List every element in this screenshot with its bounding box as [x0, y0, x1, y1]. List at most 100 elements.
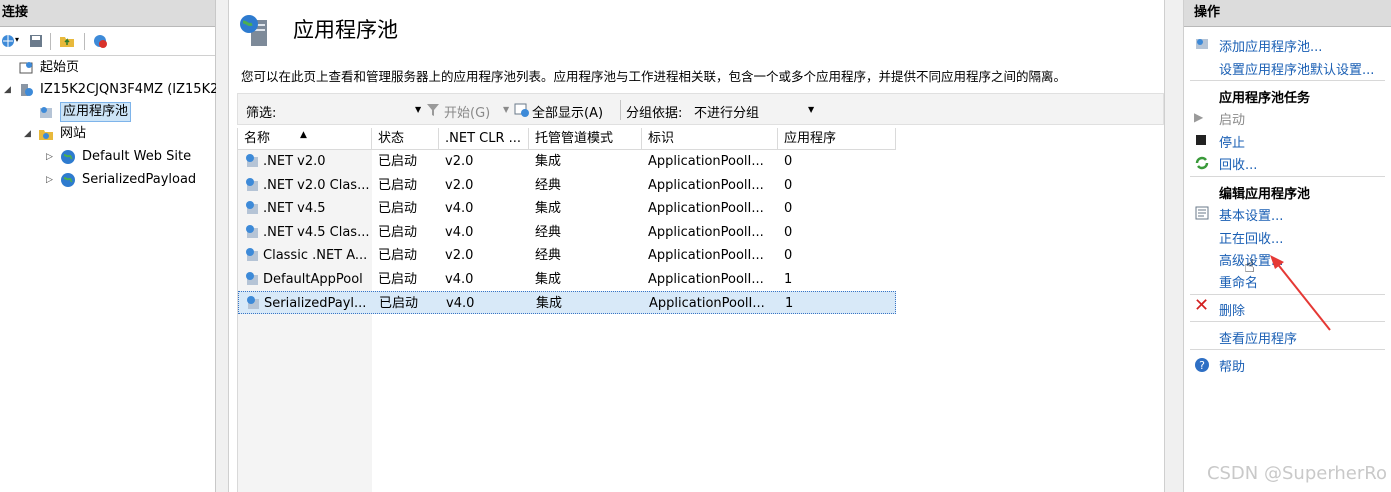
recycle-icon: [1195, 156, 1209, 170]
cell-text: 0: [784, 201, 793, 216]
add-app-pool-link[interactable]: 添加应用程序池...: [1219, 36, 1322, 55]
cell-identity: ApplicationPoolI...: [642, 150, 778, 173]
cell-text: v4.0: [446, 296, 475, 311]
basic-settings-link[interactable]: 基本设置...: [1219, 205, 1283, 224]
filter-label: 筛选:: [246, 106, 277, 121]
grid-header: 名称 ▲ 状态 .NET CLR ... 托管管道模式 标识 应用程序: [238, 128, 1165, 150]
cell-text: Classic .NET A...: [263, 248, 368, 263]
show-all-button[interactable]: 全部显示(A): [532, 102, 603, 121]
expand-toggle-icon[interactable]: ▷: [46, 147, 53, 167]
connections-panel: 连接 ▾ 起始页 ◢ IZ15K2CJQN3F4MZ (IZ15K2 应用程序池…: [0, 0, 218, 492]
cell-apps: 0: [778, 150, 896, 173]
cell-mode: 集成: [530, 292, 643, 315]
table-row[interactable]: .NET v2.0 Clas... 已启动 v2.0 经典 ApplicationPoo…: [238, 174, 896, 197]
cell-text: v2.0: [445, 154, 474, 169]
column-header-pipeline[interactable]: 托管管道模式: [529, 128, 642, 150]
collapse-toggle-icon[interactable]: ◢: [4, 80, 11, 100]
group-by-select[interactable]: 不进行分组: [694, 102, 759, 121]
view-applications-link[interactable]: 查看应用程序: [1219, 328, 1297, 347]
app-pool-icon: [246, 201, 258, 214]
group-by-dropdown-icon[interactable]: ▼: [808, 105, 814, 114]
cell-clr: v2.0: [439, 244, 529, 267]
cell-text: ApplicationPoolI...: [648, 248, 764, 263]
toolbar-separator: [84, 33, 85, 50]
cell-identity: ApplicationPoolI...: [642, 244, 778, 267]
recycle-link[interactable]: 回收...: [1219, 154, 1257, 173]
add-pool-icon: [1196, 39, 1208, 49]
page-title: 应用程序池: [293, 18, 398, 42]
actions-separator: [1190, 176, 1385, 177]
column-header-status[interactable]: 状态: [372, 128, 439, 150]
table-row[interactable]: Classic .NET A... 已启动 v2.0 经典 ApplicationPoo…: [238, 244, 896, 267]
header-label: 名称: [244, 131, 271, 146]
cell-text: SerializedPayl...: [264, 296, 367, 311]
column-header-identity[interactable]: 标识: [642, 128, 778, 150]
cell-mode: 经典: [529, 244, 642, 267]
table-row[interactable]: .NET v4.5 已启动 v4.0 集成 ApplicationPoolI... 0: [238, 197, 896, 220]
cell-clr: v4.0: [439, 221, 529, 244]
cell-text: 0: [784, 224, 793, 240]
disconnect-icon[interactable]: [92, 33, 108, 49]
cell-text: ApplicationPoolI...: [648, 201, 764, 216]
collapse-toggle-icon[interactable]: ◢: [24, 124, 31, 144]
cell-text: 经典: [535, 177, 562, 193]
connect-dropdown-icon[interactable]: ▾: [15, 35, 19, 44]
svg-text:?: ?: [1199, 359, 1205, 372]
start-page-icon: [19, 62, 33, 74]
right-splitter[interactable]: [1164, 0, 1184, 492]
cell-name: .NET v2.0: [238, 150, 372, 173]
recycling-link[interactable]: 正在回收...: [1219, 228, 1283, 247]
help-icon: ?: [1195, 358, 1209, 372]
cell-text: 已启动: [378, 201, 418, 216]
save-icon[interactable]: [28, 33, 44, 49]
cell-text: 0: [784, 177, 793, 193]
cell-text: 1: [785, 296, 794, 311]
app-pool-icon: [246, 271, 258, 285]
left-splitter[interactable]: [216, 0, 229, 492]
start-filter-button[interactable]: 开始(G): [444, 102, 490, 121]
column-header-clr[interactable]: .NET CLR ...: [439, 128, 529, 150]
actions-separator: [1190, 349, 1385, 350]
cell-text: 已启动: [378, 177, 418, 193]
cell-clr: v2.0: [439, 150, 529, 173]
delete-link[interactable]: 删除: [1219, 300, 1245, 319]
cell-name: .NET v4.5 Clas...: [238, 221, 372, 244]
actions-panel: 操作 添加应用程序池... 设置应用程序池默认设置... 应用程序池任务 ▶ 启…: [1184, 0, 1391, 492]
connect-globe-icon[interactable]: [0, 33, 16, 49]
column-header-apps[interactable]: 应用程序: [778, 128, 896, 150]
cell-text: ApplicationPoolI...: [648, 271, 764, 287]
start-dropdown-icon[interactable]: ▼: [503, 105, 509, 114]
cell-status: 已启动: [372, 174, 439, 197]
app-pool-icon: [246, 177, 258, 191]
column-header-name[interactable]: 名称 ▲: [238, 128, 372, 150]
expand-toggle-icon[interactable]: ▷: [46, 170, 53, 190]
stop-link[interactable]: 停止: [1219, 132, 1245, 151]
watermark: CSDN @SuperherRo: [1206, 463, 1387, 484]
set-pool-defaults-link[interactable]: 设置应用程序池默认设置...: [1219, 59, 1374, 78]
filter-input[interactable]: [286, 99, 415, 121]
start-link[interactable]: 启动: [1219, 109, 1245, 128]
cell-text: .NET v4.5 Clas...: [263, 224, 370, 240]
cell-identity: ApplicationPoolI...: [642, 197, 778, 220]
cell-text: 已启动: [378, 271, 418, 287]
table-row[interactable]: DefaultAppPool 已启动 v4.0 集成 ApplicationPoolI.…: [238, 268, 896, 291]
hand-cursor-icon: ☝: [1244, 256, 1255, 277]
table-row[interactable]: SerializedPayl... 已启动 v4.0 集成 ApplicationPoo…: [238, 291, 896, 314]
help-link[interactable]: 帮助: [1219, 356, 1245, 375]
edit-pool-header: 编辑应用程序池: [1219, 187, 1311, 202]
cell-text: 集成: [535, 154, 562, 169]
filter-dropdown-icon[interactable]: ▼: [415, 105, 421, 114]
cell-text: DefaultAppPool: [263, 271, 363, 287]
cell-text: 集成: [535, 201, 562, 216]
folder-up-icon[interactable]: [59, 33, 75, 49]
app-pools-page: 应用程序池 您可以在此页上查看和管理服务器上的应用程序池列表。应用程序池与工作进…: [229, 0, 1179, 492]
table-row[interactable]: .NET v2.0 已启动 v2.0 集成 ApplicationPoolI... 0: [238, 150, 896, 173]
cell-clr: v4.0: [439, 197, 529, 220]
tree-label: SerializedPayload: [82, 172, 197, 187]
cell-clr: v2.0: [439, 174, 529, 197]
app-pool-icon: [247, 296, 259, 309]
actions-separator: [1190, 80, 1385, 81]
cell-status: 已启动: [372, 244, 439, 267]
table-row[interactable]: .NET v4.5 Clas... 已启动 v4.0 经典 ApplicationPoo…: [238, 221, 896, 244]
cell-apps: 0: [778, 197, 896, 220]
